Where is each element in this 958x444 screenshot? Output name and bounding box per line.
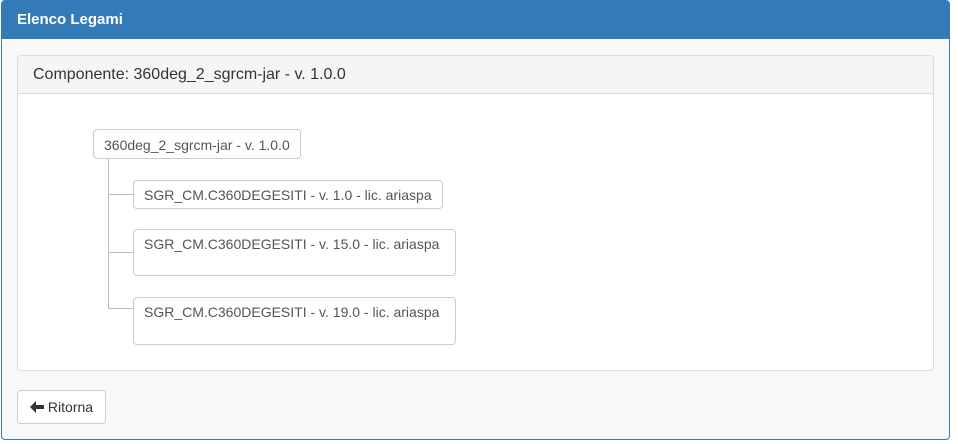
tree-node-child[interactable]: SGR_CM.C360DEGESITI - v. 15.0 - lic. ari… <box>133 229 456 276</box>
links-panel: Elenco Legami Componente: 360deg_2_sgrcm… <box>1 0 950 440</box>
tree-node-child[interactable]: SGR_CM.C360DEGESITI - v. 19.0 - lic. ari… <box>133 297 456 345</box>
component-heading: Componente: 360deg_2_sgrcm-jar - v. 1.0.… <box>18 56 933 94</box>
panel-title: Elenco Legami <box>2 1 949 39</box>
tree-connector-horizontal <box>108 252 133 253</box>
tree-node-child[interactable]: SGR_CM.C360DEGESITI - v. 1.0 - lic. aria… <box>133 180 443 209</box>
tree-connector-vertical <box>108 158 109 309</box>
back-button-label: Ritorna <box>47 399 94 415</box>
arrow-left-icon <box>29 401 44 413</box>
back-button[interactable]: Ritorna <box>17 390 106 424</box>
tree-node-root[interactable]: 360deg_2_sgrcm-jar - v. 1.0.0 <box>93 129 301 159</box>
tree-connector-horizontal <box>108 308 133 309</box>
component-panel: Componente: 360deg_2_sgrcm-jar - v. 1.0.… <box>17 55 934 371</box>
tree-connector-horizontal <box>108 194 133 195</box>
